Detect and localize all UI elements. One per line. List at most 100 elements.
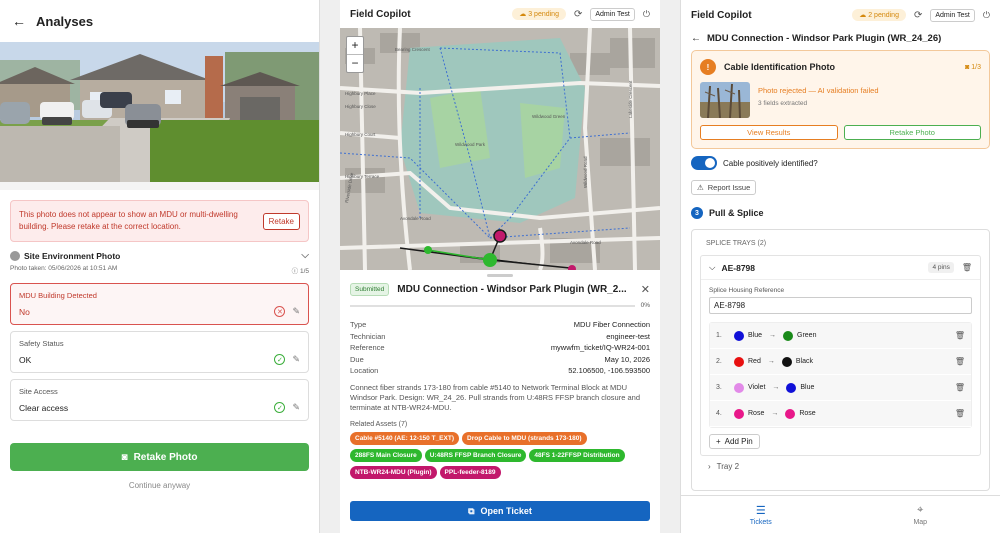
fiber-color-dot <box>734 408 744 419</box>
analyses-header: ← Analyses <box>0 0 319 42</box>
to-color[interactable]: Rose <box>799 410 815 417</box>
mdu-detected-field[interactable]: MDU Building Detected No ✕ ✎ <box>10 283 309 325</box>
open-ticket-button[interactable]: ⧉ Open Ticket <box>350 501 650 521</box>
map-view[interactable]: Bearing Crescent Highbury Place Highbury… <box>340 28 660 270</box>
user-badge[interactable]: Admin Test <box>590 7 635 21</box>
to-color[interactable]: Blue <box>800 384 814 391</box>
logout-icon[interactable]: ⏻ <box>643 9 650 20</box>
section-header[interactable]: Site Environment Photo ⌵ <box>0 242 319 263</box>
field-value: Clear access <box>19 402 69 413</box>
ticket-details: Type MDU Fiber Connection Technician engin… <box>340 319 660 377</box>
back-arrow-icon[interactable]: ← <box>691 33 701 44</box>
from-color[interactable]: Violet <box>748 384 765 391</box>
asset-chip[interactable]: Cable #5140 (AE: 12-150 T_EXT) <box>350 431 459 445</box>
pending-badge[interactable]: ☁ 3 pending <box>512 8 566 20</box>
info-icon: ⓘ <box>291 268 299 275</box>
pin-row: 1. Blue → Green 🗑 <box>710 323 971 349</box>
zoom-control: + − <box>346 36 364 73</box>
tray-header[interactable]: ⌵ AE-8798 4 pins 🗑 <box>701 256 980 280</box>
map-label: Highbury Close <box>345 104 376 109</box>
pending-badge[interactable]: ☁ 2 pending <box>852 9 906 21</box>
pin-list: 1. Blue → Green 🗑 2. Red → Black 🗑 3. Violet → Blue 🗑 4… <box>709 322 972 428</box>
map-label: Bearing Crescent <box>395 47 431 52</box>
tray-2-header[interactable]: › Tray 2 <box>700 456 981 477</box>
field-label: Site Access <box>19 387 58 396</box>
trash-icon[interactable]: 🗑 <box>962 263 972 272</box>
alert-retake-button[interactable]: Retake <box>262 212 300 230</box>
pencil-icon[interactable]: ✎ <box>292 354 300 365</box>
report-issue-button[interactable]: ⚠ Report Issue <box>691 180 757 195</box>
back-arrow-icon[interactable]: ← <box>12 13 26 29</box>
cable-identified-toggle[interactable] <box>691 156 717 170</box>
related-assets: Cable #5140 (AE: 12-150 T_EXT) Drop Cable… <box>340 431 660 479</box>
asset-chip[interactable]: 288FS Main Closure <box>350 448 422 462</box>
trash-icon[interactable]: 🗑 <box>955 331 965 340</box>
pin-count-badge: 4 pins <box>928 262 954 273</box>
logout-icon[interactable]: ⏻ <box>983 10 990 21</box>
asset-chip[interactable]: Drop Cable to MDU (strands 173-180) <box>462 431 587 445</box>
arrow-right-icon: → <box>769 332 777 339</box>
from-color[interactable]: Rose <box>748 410 764 417</box>
from-color[interactable]: Red <box>748 358 761 365</box>
continue-anyway-link[interactable]: Continue anyway <box>0 481 319 490</box>
tray-name: AE-8798 <box>721 262 756 273</box>
retake-photo-button[interactable]: Retake Photo <box>843 125 981 140</box>
cable-photo-card: ! Cable Identification Photo ◙ 1/3 Photo… <box>691 50 990 149</box>
cable-identified-row: Cable positively identified? <box>681 149 1000 170</box>
camera-icon <box>10 250 20 261</box>
asset-chip[interactable]: NTB-WR24-MDU (Plugin) <box>350 465 437 479</box>
fiber-color-dot <box>734 330 744 341</box>
related-assets-label: Related Assets (7) <box>350 420 408 428</box>
photo-count: ◙ 1/3 <box>965 63 981 71</box>
pencil-icon[interactable]: ✎ <box>292 402 300 413</box>
rejected-message: Photo rejected — AI validation failed <box>758 86 879 95</box>
safety-status-field[interactable]: Safety Status OK ✓ ✎ <box>10 331 309 373</box>
sheet-drag-handle[interactable] <box>487 274 513 277</box>
sync-icon[interactable]: ⟳ <box>574 9 582 20</box>
add-pin-button[interactable]: + Add Pin <box>709 434 760 449</box>
nav-tickets[interactable]: ☰ Tickets <box>681 496 841 533</box>
close-icon[interactable]: ✕ <box>641 283 650 296</box>
to-color[interactable]: Black <box>796 358 813 365</box>
sync-icon[interactable]: ⟳ <box>914 10 922 21</box>
map-label: Avondale Road <box>400 216 431 221</box>
to-color[interactable]: Green <box>797 332 816 339</box>
from-color[interactable]: Blue <box>748 332 762 339</box>
pencil-icon[interactable]: ✎ <box>292 306 300 317</box>
chevron-down-icon[interactable]: ⌵ <box>301 250 309 261</box>
detail-value: mywwfm_ticket/IQ-WR24-001 <box>550 343 650 352</box>
zoom-out-button[interactable]: − <box>347 55 363 72</box>
photo-taken: Photo taken: 05/06/2026 at 10:51 AM <box>10 265 118 272</box>
asset-chip[interactable]: U:48RS FFSP Branch Closure <box>424 448 527 462</box>
trash-icon[interactable]: 🗑 <box>955 409 965 418</box>
asset-chip[interactable]: 48FS 1-22FFSP Distribution <box>529 448 625 462</box>
alert-message: This photo does not appear to show an MD… <box>19 210 238 231</box>
analyses-panel: ← Analyses This photo does not appear to… <box>0 0 320 533</box>
warning-icon: ⚠ <box>697 183 704 192</box>
photo-thumbnail[interactable] <box>700 82 750 118</box>
zoom-in-button[interactable]: + <box>347 37 363 55</box>
retake-photo-button[interactable]: ◙ Retake Photo <box>10 443 309 471</box>
detail-key: Technician <box>350 331 386 341</box>
status-badge: Submitted <box>350 283 390 296</box>
progress-row: 0% <box>340 296 660 319</box>
view-results-button[interactable]: View Results <box>700 125 838 140</box>
map-label: Highbury Place <box>345 91 376 96</box>
pin-row: 3. Violet → Blue 🗑 <box>710 375 971 401</box>
detail-key: Reference <box>350 343 385 352</box>
field-label: Safety Status <box>19 339 64 348</box>
chevron-down-icon[interactable]: ⌵ <box>709 262 715 273</box>
trash-icon[interactable]: 🗑 <box>955 383 965 392</box>
site-access-field[interactable]: Site Access Clear access ✓ ✎ <box>10 379 309 421</box>
photo-taken-row: Photo taken: 05/06/2026 at 10:51 AM ⓘ 1/… <box>0 263 319 283</box>
housing-input[interactable]: AE-8798 <box>709 297 972 314</box>
asset-chip[interactable]: PPL-feeder-8189 <box>439 465 501 479</box>
user-badge[interactable]: Admin Test <box>930 8 975 22</box>
detail-value: engineer-test <box>606 331 650 341</box>
trash-icon[interactable]: 🗑 <box>955 357 965 366</box>
nav-map[interactable]: ⌖ Map <box>841 496 1000 533</box>
field-value: No <box>19 306 30 317</box>
step-header[interactable]: 3 Pull & Splice <box>681 195 1000 229</box>
progress-bar <box>350 304 635 307</box>
detail-key: Due <box>350 354 364 364</box>
